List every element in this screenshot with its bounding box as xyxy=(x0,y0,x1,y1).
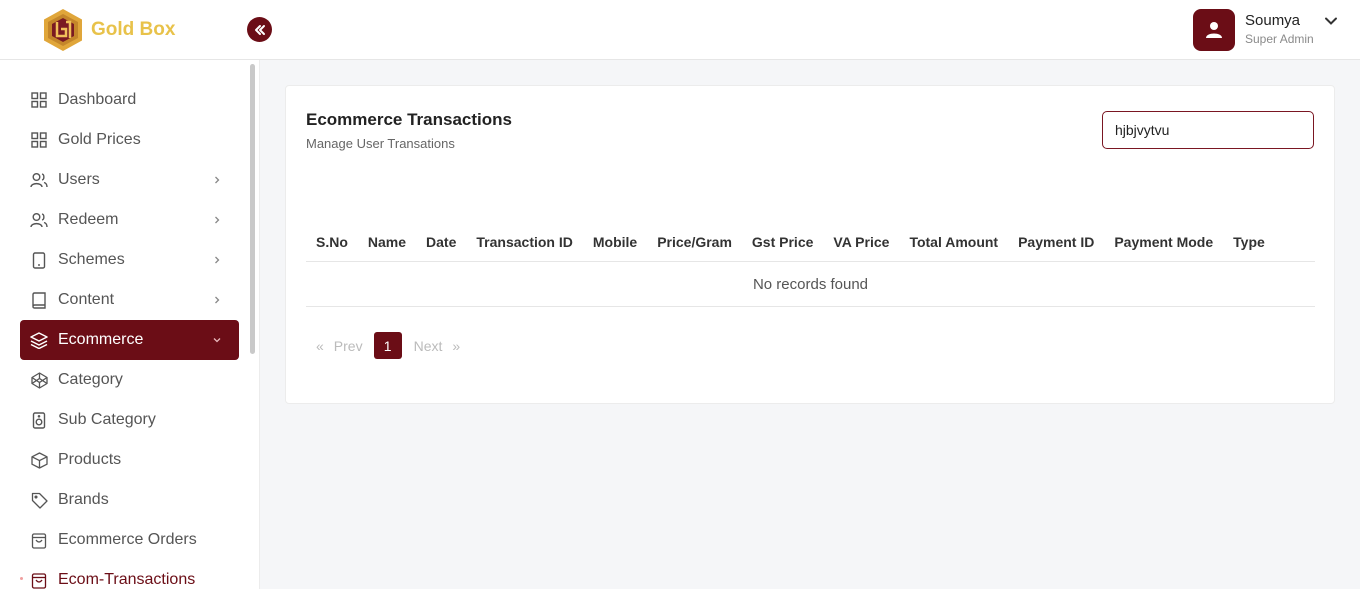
sidebar-item-label: Brands xyxy=(58,491,109,508)
table-header: S.No Name Date Transaction ID Mobile Pri… xyxy=(306,222,1315,262)
box-icon xyxy=(30,451,48,469)
shopping-bag-icon xyxy=(30,571,48,589)
sidebar-item-users[interactable]: Users xyxy=(20,160,239,200)
column-header-va-price[interactable]: VA Price xyxy=(823,234,899,250)
column-header-price-gram[interactable]: Price/Gram xyxy=(647,234,742,250)
transactions-card: Ecommerce Transactions Manage User Trans… xyxy=(285,85,1335,404)
collapse-sidebar-button[interactable] xyxy=(247,17,272,42)
sidebar-item-redeem[interactable]: Redeem xyxy=(20,200,239,240)
page-subtitle: Manage User Transations xyxy=(306,136,455,151)
sidebar-item-ecommerce-orders[interactable]: Ecommerce Orders xyxy=(20,520,239,560)
user-name: Soumya xyxy=(1245,12,1301,29)
chevrons-left-icon xyxy=(254,24,265,35)
speaker-icon xyxy=(30,411,48,429)
sidebar-item-dashboard[interactable]: Dashboard xyxy=(20,80,239,120)
sidebar-item-label: Dashboard xyxy=(58,91,137,108)
grid-icon xyxy=(30,131,48,149)
sidebar-item-label: Content xyxy=(58,291,115,308)
prev-page-button[interactable]: Prev xyxy=(334,338,363,354)
next-page-button[interactable]: Next xyxy=(414,338,443,354)
sidebar-item-sub-category[interactable]: Sub Category xyxy=(20,400,239,440)
layers-icon xyxy=(30,331,48,349)
sidebar-item-label: Gold Prices xyxy=(58,131,141,148)
chevron-down-icon xyxy=(209,332,225,348)
sidebar-item-label: Products xyxy=(58,451,122,468)
user-info: Soumya Super Admin xyxy=(1245,12,1314,46)
sidebar-item-label: Category xyxy=(58,371,123,388)
sidebar-item-ecommerce[interactable]: Ecommerce xyxy=(20,320,239,360)
column-header-date[interactable]: Date xyxy=(416,234,466,250)
tablet-icon xyxy=(30,251,48,269)
column-header-payment-id[interactable]: Payment ID xyxy=(1008,234,1104,250)
sidebar-item-label: Schemes xyxy=(58,251,125,268)
users-icon xyxy=(30,171,48,189)
tag-icon xyxy=(30,491,48,509)
user-icon xyxy=(1206,22,1222,38)
first-page-button[interactable]: « xyxy=(316,338,324,354)
sidebar-item-label: Redeem xyxy=(58,211,119,228)
chevron-right-icon xyxy=(209,252,225,268)
sidebar-item-ecom-transactions[interactable]: Ecom-Transactions xyxy=(20,560,239,589)
grid-icon xyxy=(30,91,48,109)
empty-state-message: No records found xyxy=(306,262,1315,307)
users-icon xyxy=(30,211,48,229)
sidebar-item-label: Ecom-Transactions xyxy=(58,571,196,588)
codepen-icon xyxy=(30,371,48,389)
sidebar-item-content[interactable]: Content xyxy=(20,280,239,320)
sidebar-item-schemes[interactable]: Schemes xyxy=(20,240,239,280)
gold-box-logo-icon xyxy=(44,9,82,51)
avatar xyxy=(1193,9,1235,51)
user-role: Super Admin xyxy=(1245,32,1314,46)
brand[interactable]: Gold Box xyxy=(42,8,175,52)
brand-name: Gold Box xyxy=(91,19,176,40)
last-page-button[interactable]: » xyxy=(452,338,460,354)
column-header-transaction-id[interactable]: Transaction ID xyxy=(466,234,582,250)
sidebar-item-label: Ecommerce Orders xyxy=(58,531,197,548)
chevron-down-icon[interactable] xyxy=(1324,14,1338,28)
page-number-current[interactable]: 1 xyxy=(373,332,402,359)
column-header-total-amount[interactable]: Total Amount xyxy=(899,234,1008,250)
column-header-name[interactable]: Name xyxy=(358,234,416,250)
sidebar-scrollbar[interactable] xyxy=(250,64,255,354)
sidebar: Dashboard Gold Prices Users Redeem Schem… xyxy=(0,60,260,589)
column-header-type[interactable]: Type xyxy=(1223,234,1275,250)
top-header: Gold Box Soumya Super Admin xyxy=(0,0,1360,60)
column-header-sno[interactable]: S.No xyxy=(306,234,358,250)
sidebar-item-label: Sub Category xyxy=(58,411,156,428)
chevron-right-icon xyxy=(209,212,225,228)
user-menu[interactable]: Soumya Super Admin xyxy=(1193,9,1338,51)
sidebar-item-products[interactable]: Products xyxy=(20,440,239,480)
chevron-right-icon xyxy=(209,172,225,188)
column-header-mobile[interactable]: Mobile xyxy=(583,234,647,250)
sidebar-item-category[interactable]: Category xyxy=(20,360,239,400)
sidebar-item-brands[interactable]: Brands xyxy=(20,480,239,520)
column-header-payment-mode[interactable]: Payment Mode xyxy=(1104,234,1223,250)
sidebar-item-label: Ecommerce xyxy=(58,331,144,348)
shopping-bag-icon xyxy=(30,531,48,549)
pagination: « Prev 1 Next » xyxy=(316,332,470,359)
chevron-right-icon xyxy=(209,292,225,308)
sidebar-item-gold-prices[interactable]: Gold Prices xyxy=(20,120,239,160)
search-input[interactable] xyxy=(1102,111,1314,149)
column-header-gst-price[interactable]: Gst Price xyxy=(742,234,823,250)
book-icon xyxy=(30,291,48,309)
sidebar-item-label: Users xyxy=(58,171,100,188)
transactions-table: S.No Name Date Transaction ID Mobile Pri… xyxy=(306,222,1315,307)
page-title: Ecommerce Transactions xyxy=(306,110,512,129)
